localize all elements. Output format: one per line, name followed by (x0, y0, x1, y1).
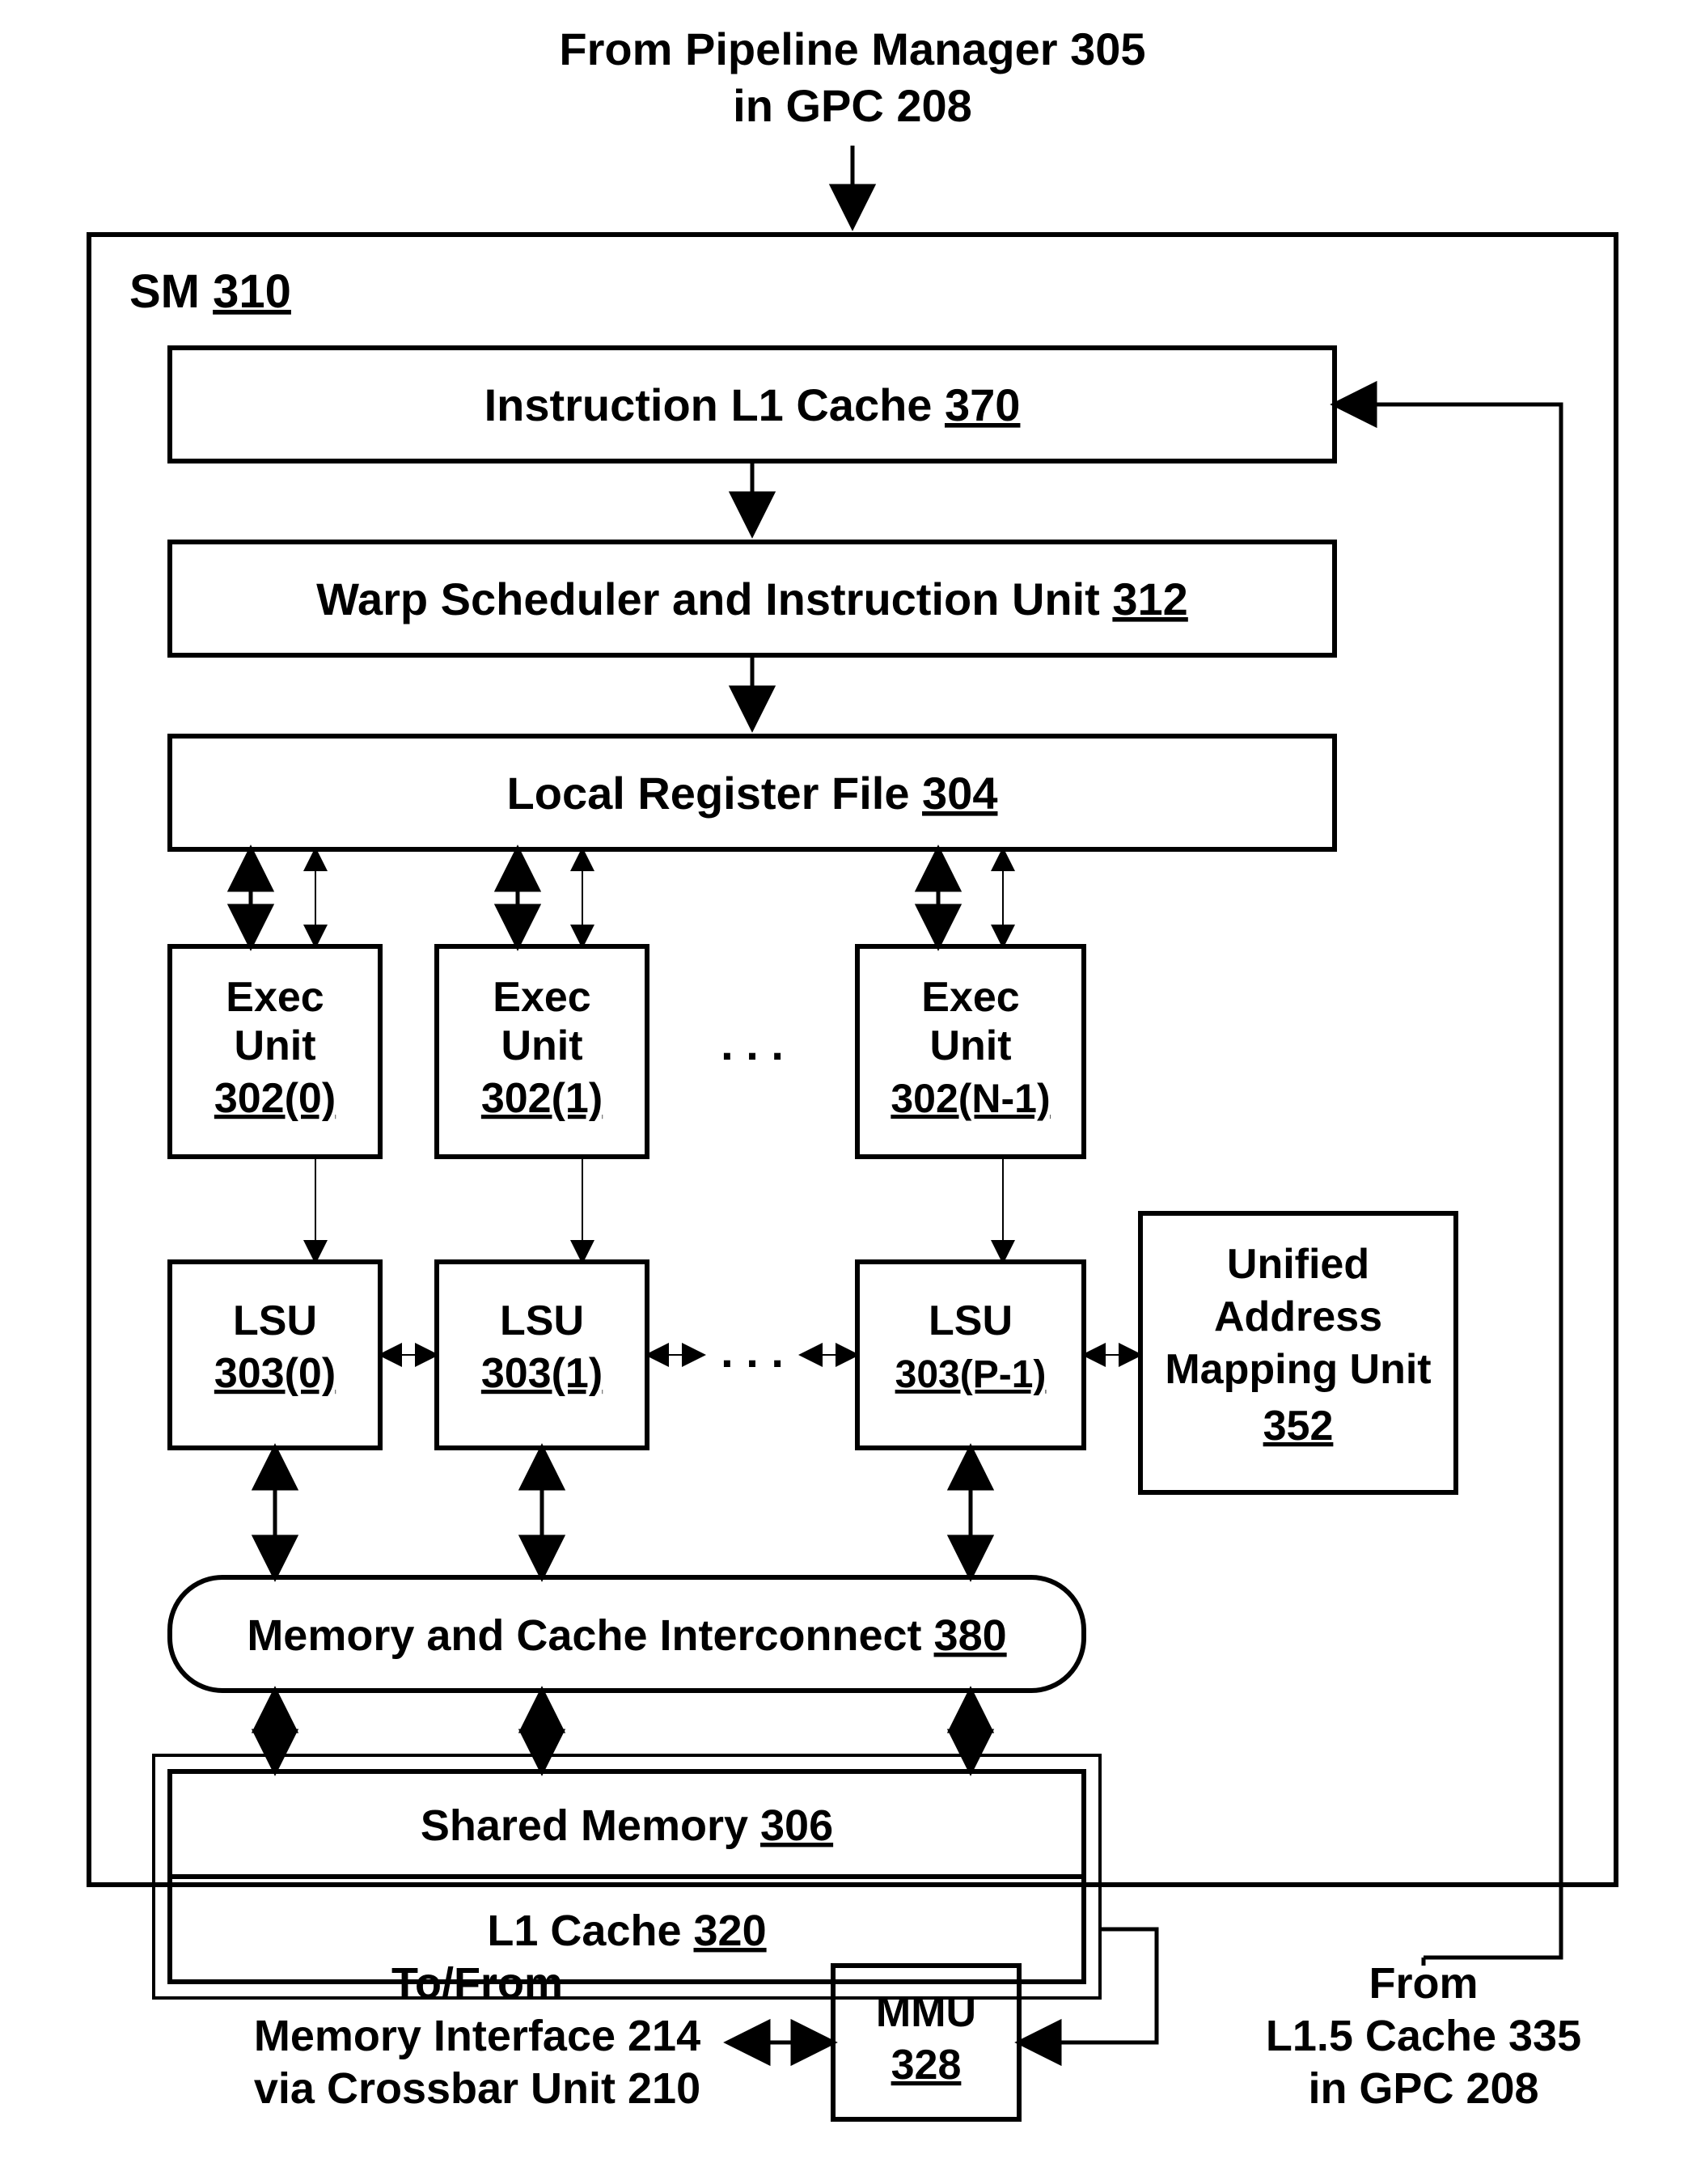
lsu-0-l1: LSU (233, 1297, 317, 1344)
lsu-1-l1: LSU (500, 1297, 584, 1344)
bottom-left-l3: via Crossbar Unit 210 (254, 2064, 700, 2113)
exec-unit-1-num: 302(1) (481, 1075, 603, 1122)
l1-cache-label: L1 Cache 320 (487, 1907, 766, 1955)
bottom-right-l3: in GPC 208 (1308, 2064, 1538, 2113)
exec-unit-n-l1: Exec (921, 974, 1019, 1021)
arrow-l15-to-370 (1335, 404, 1561, 1958)
lsu-p-l1: LSU (929, 1297, 1013, 1344)
exec-ellipsis: . . . (721, 1018, 784, 1069)
warp-scheduler-label: Warp Scheduler and Instruction Unit 312 (316, 574, 1188, 624)
arrow-l1-mmu (1019, 1929, 1157, 2042)
exec-unit-1-l1: Exec (493, 974, 590, 1021)
shared-memory-label: Shared Memory 306 (421, 1801, 833, 1850)
lsu-0-num: 303(0) (214, 1350, 336, 1397)
bottom-right-l1: From (1369, 1959, 1479, 2008)
bottom-left-l1: To/From (391, 1959, 563, 2008)
exec-unit-0-l1: Exec (226, 974, 324, 1021)
lsu-ellipsis: . . . (721, 1326, 784, 1377)
sm-label: SM 310 (129, 265, 291, 318)
bottom-left-l2: Memory Interface 214 (254, 2012, 700, 2060)
top-caption-line1: From Pipeline Manager 305 (559, 23, 1145, 74)
exec-unit-1-l2: Unit (501, 1022, 582, 1069)
uamu-l3: Mapping Unit (1165, 1346, 1431, 1393)
uamu-l2: Address (1214, 1293, 1382, 1340)
uamu-num: 352 (1263, 1403, 1334, 1450)
exec-unit-0-num: 302(0) (214, 1075, 336, 1122)
local-register-file-label: Local Register File 304 (507, 768, 998, 819)
bottom-right-l2: L1.5 Cache 335 (1266, 2012, 1581, 2060)
lsu-p-num: 303(P-1) (895, 1353, 1047, 1396)
lsu-1-num: 303(1) (481, 1350, 603, 1397)
top-caption-line2: in GPC 208 (733, 80, 972, 131)
uamu-l1: Unified (1227, 1241, 1369, 1288)
mmu-num: 328 (891, 2042, 962, 2089)
mmu-l1: MMU (876, 1989, 976, 2036)
exec-unit-n-l2: Unit (929, 1022, 1011, 1069)
exec-unit-n-num: 302(N-1) (891, 1076, 1050, 1121)
interconnect-label: Memory and Cache Interconnect 380 (247, 1611, 1006, 1660)
diagram-root: From Pipeline Manager 305 in GPC 208 SM … (0, 0, 1705, 2184)
instruction-l1-cache-label: Instruction L1 Cache 370 (484, 379, 1021, 430)
exec-unit-0-l2: Unit (234, 1022, 315, 1069)
